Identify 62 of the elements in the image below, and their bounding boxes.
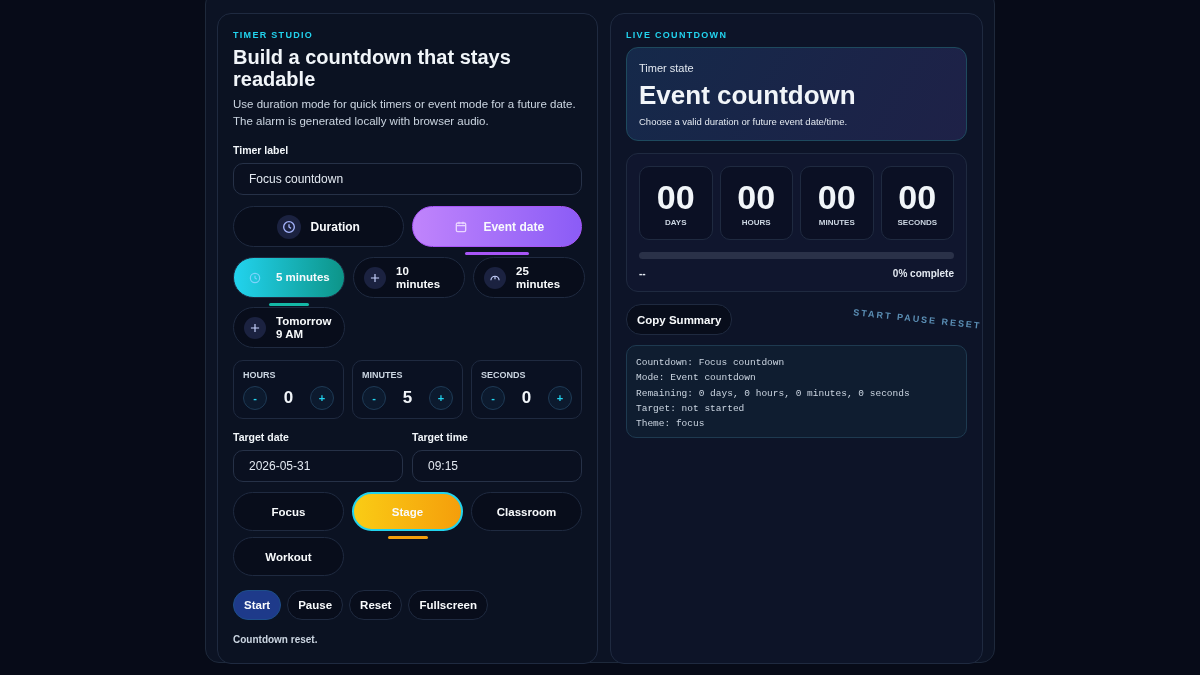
- section-eyebrow: LIVE COUNTDOWN: [626, 30, 729, 40]
- stepper-label: HOURS: [243, 370, 277, 380]
- stepper-value: 5: [402, 388, 413, 408]
- mode-button[interactable]: Event date: [411, 206, 582, 247]
- unit-value: 00: [656, 179, 695, 215]
- decrement-button[interactable]: -: [481, 386, 505, 410]
- selection-indicator: [464, 252, 529, 255]
- preset-button[interactable]: 25 minutes: [473, 257, 585, 298]
- clock-icon: [276, 214, 301, 239]
- date-field[interactable]: 2026-05-31: [233, 450, 403, 482]
- page-title: Build a countdown that stays readable: [233, 46, 512, 90]
- theme-button[interactable]: Classroom: [471, 492, 582, 531]
- status-message: Countdown reset.: [233, 634, 319, 645]
- plus-icon: [364, 266, 386, 289]
- action-button[interactable]: Start: [233, 590, 282, 620]
- summary-line: Remaining: 0 days, 0 hours, 0 minutes, 0 seconds: [636, 386, 911, 401]
- selection-indicator: [387, 536, 428, 539]
- theme-button[interactable]: Focus: [233, 492, 344, 531]
- unit-value: 00: [817, 179, 856, 215]
- field-label: Target time: [412, 431, 469, 443]
- stepper-value: 0: [521, 388, 532, 408]
- unit-value: 00: [898, 179, 937, 215]
- summary-line: Countdown: Focus countdown: [636, 356, 786, 370]
- summary-line: Target: not started: [636, 401, 746, 416]
- theme-button[interactable]: Workout: [233, 537, 344, 576]
- unit-label: HOURS: [741, 218, 771, 227]
- timer-label-field[interactable]: Focus countdown: [233, 163, 582, 195]
- field-label: Target date: [233, 431, 290, 443]
- progress-reading: 0% complete: [892, 268, 954, 279]
- time-field[interactable]: 09:15: [412, 450, 582, 482]
- target-text: --: [639, 268, 646, 279]
- action-button[interactable]: Reset: [349, 590, 403, 620]
- preset-button[interactable]: 10 minutes: [353, 257, 465, 298]
- mode-button[interactable]: Duration: [233, 206, 404, 247]
- summary-line: Mode: Event countdown: [636, 371, 757, 386]
- increment-button[interactable]: +: [310, 386, 334, 410]
- section-eyebrow: TIMER STUDIO: [233, 30, 315, 40]
- action-button[interactable]: Fullscreen: [408, 590, 488, 620]
- copy-summary-button[interactable]: Copy Summary: [626, 304, 733, 335]
- description: Use duration mode for quick timers or event mode for a future date. The alarm is generated locally with browser audio.: [233, 97, 577, 129]
- gauge-icon: [484, 266, 506, 289]
- preset-button[interactable]: Tomorrow 9 AM: [233, 307, 345, 348]
- unit-label: SECONDS: [897, 218, 938, 227]
- plus-icon: [244, 316, 266, 339]
- increment-button[interactable]: +: [548, 386, 572, 410]
- selection-indicator: [269, 303, 309, 306]
- decrement-button[interactable]: -: [243, 386, 267, 410]
- faint-label: START PAUSE RESET: [853, 307, 983, 331]
- decrement-button[interactable]: -: [362, 386, 386, 410]
- stepper-label: MINUTES: [362, 370, 404, 380]
- action-button[interactable]: Pause: [287, 590, 344, 620]
- stepper-label: SECONDS: [481, 370, 527, 380]
- unit-label: MINUTES: [818, 218, 855, 227]
- state-note: Choose a valid duration or future event date/time.: [639, 116, 849, 127]
- summary-line: Theme: focus: [636, 417, 706, 432]
- field-label: Timer label: [233, 144, 290, 156]
- state-title: Event countdown: [639, 80, 857, 111]
- unit-value: 00: [737, 179, 776, 215]
- unit-label: DAYS: [665, 218, 687, 227]
- increment-button[interactable]: +: [429, 386, 453, 410]
- state-caption: Timer state: [639, 62, 695, 74]
- stepper-value: 0: [283, 388, 294, 408]
